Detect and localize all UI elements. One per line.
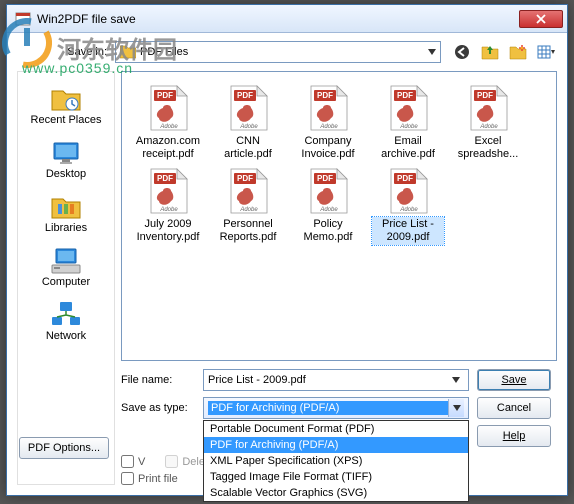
file-item[interactable]: July 2009 Inventory.pdf (130, 165, 206, 246)
file-name-label: Email archive.pdf (372, 134, 444, 161)
file-name-label: July 2009 Inventory.pdf (132, 217, 204, 244)
filename-label: File name: (121, 374, 195, 386)
place-label: Network (46, 330, 86, 342)
savetype-option[interactable]: XML Paper Specification (XPS) (204, 453, 468, 469)
file-item[interactable]: Email archive.pdf (370, 82, 446, 163)
filename-input[interactable] (203, 369, 469, 391)
back-icon (454, 44, 470, 60)
savetype-option[interactable]: PDF for Archiving (PDF/A) (204, 437, 468, 453)
file-name-label: Amazon.com receipt.pdf (132, 134, 204, 161)
pdf-file-icon (385, 84, 431, 132)
cancel-button[interactable]: Cancel (477, 397, 551, 419)
titlebar: Win2PDF file save (7, 5, 567, 33)
place-label: Libraries (45, 222, 87, 234)
file-name-label: Policy Memo.pdf (292, 217, 364, 244)
file-item[interactable]: Company Invoice.pdf (290, 82, 366, 163)
checkbox-label: Print file (138, 473, 178, 485)
pdf-options-button[interactable]: PDF Options... (19, 437, 109, 459)
new-folder-button[interactable] (507, 41, 529, 63)
place-label: Desktop (46, 168, 86, 180)
file-item[interactable]: Amazon.com receipt.pdf (130, 82, 206, 163)
app-icon (15, 11, 31, 27)
chevron-down-icon (452, 377, 460, 383)
save-in-row: Save in: PDF Files (17, 39, 557, 65)
close-button[interactable] (519, 10, 563, 28)
pdf-file-icon (225, 84, 271, 132)
savetype-selected: PDF for Archiving (PDF/A) (208, 401, 448, 415)
desktop-icon (50, 140, 82, 166)
close-icon (536, 14, 546, 24)
chevron-down-icon (428, 49, 436, 55)
file-name-label: Price List - 2009.pdf (372, 217, 444, 244)
save-in-label: Save in: (17, 46, 115, 58)
view-file-checkbox[interactable]: V (121, 455, 145, 468)
place-label: Computer (42, 276, 90, 288)
place-computer[interactable]: Computer (21, 242, 111, 292)
savetype-option[interactable]: Scalable Vector Graphics (SVG) (204, 485, 468, 501)
place-recent[interactable]: Recent Places (21, 80, 111, 130)
pdf-file-icon (145, 84, 191, 132)
pdf-file-icon (145, 167, 191, 215)
chevron-down-icon (453, 405, 461, 411)
place-network[interactable]: Network (21, 296, 111, 346)
file-item[interactable]: CNN article.pdf (210, 82, 286, 163)
file-name-label: CNN article.pdf (212, 134, 284, 161)
new-folder-icon (509, 44, 527, 60)
place-libraries[interactable]: Libraries (21, 188, 111, 238)
savetype-combo[interactable]: PDF for Archiving (PDF/A) Portable Docum… (203, 397, 469, 419)
save-in-combo[interactable]: PDF Files (115, 41, 441, 63)
pdf-file-icon (225, 167, 271, 215)
up-folder-icon (481, 44, 499, 60)
file-item[interactable]: Price List - 2009.pdf (370, 165, 446, 246)
views-icon (537, 44, 555, 60)
place-label: Recent Places (31, 114, 102, 126)
savetype-label: Save as type: (121, 402, 195, 414)
recent-icon (50, 86, 82, 112)
views-button[interactable] (535, 41, 557, 63)
save-button[interactable]: Save (477, 369, 551, 391)
file-save-dialog: Win2PDF file save Save in: PDF Files (6, 4, 568, 496)
back-button[interactable] (451, 41, 473, 63)
window-title: Win2PDF file save (37, 12, 519, 26)
nav-toolbar (451, 41, 557, 63)
pdf-file-icon (305, 84, 351, 132)
savetype-option[interactable]: Portable Document Format (PDF) (204, 421, 468, 437)
places-bar: Recent Places Desktop Libraries Computer… (17, 71, 115, 485)
file-list[interactable]: Amazon.com receipt.pdf CNN article.pdf Com… (121, 71, 557, 361)
libraries-icon (50, 194, 82, 220)
file-item[interactable]: Excel spreadshe... (450, 82, 526, 163)
save-in-value: PDF Files (140, 46, 188, 58)
savetype-dropdown-button[interactable] (448, 399, 464, 417)
help-button[interactable]: Help (477, 425, 551, 447)
pdf-file-icon (385, 167, 431, 215)
savetype-option[interactable]: Tagged Image File Format (TIFF) (204, 469, 468, 485)
file-item[interactable]: Personnel Reports.pdf (210, 165, 286, 246)
file-name-label: Company Invoice.pdf (292, 134, 364, 161)
pdf-file-icon (465, 84, 511, 132)
filename-field[interactable] (208, 374, 449, 386)
place-desktop[interactable]: Desktop (21, 134, 111, 184)
file-name-label: Excel spreadshe... (452, 134, 524, 161)
file-item[interactable]: Policy Memo.pdf (290, 165, 366, 246)
savetype-dropdown-list: Portable Document Format (PDF)PDF for Ar… (203, 420, 469, 502)
network-icon (50, 301, 82, 329)
computer-icon (50, 247, 82, 275)
file-name-label: Personnel Reports.pdf (212, 217, 284, 244)
filename-history-button[interactable] (449, 371, 464, 389)
checkbox-label: V (138, 456, 145, 468)
folder-icon (120, 45, 136, 59)
pdf-file-icon (305, 167, 351, 215)
up-button[interactable] (479, 41, 501, 63)
